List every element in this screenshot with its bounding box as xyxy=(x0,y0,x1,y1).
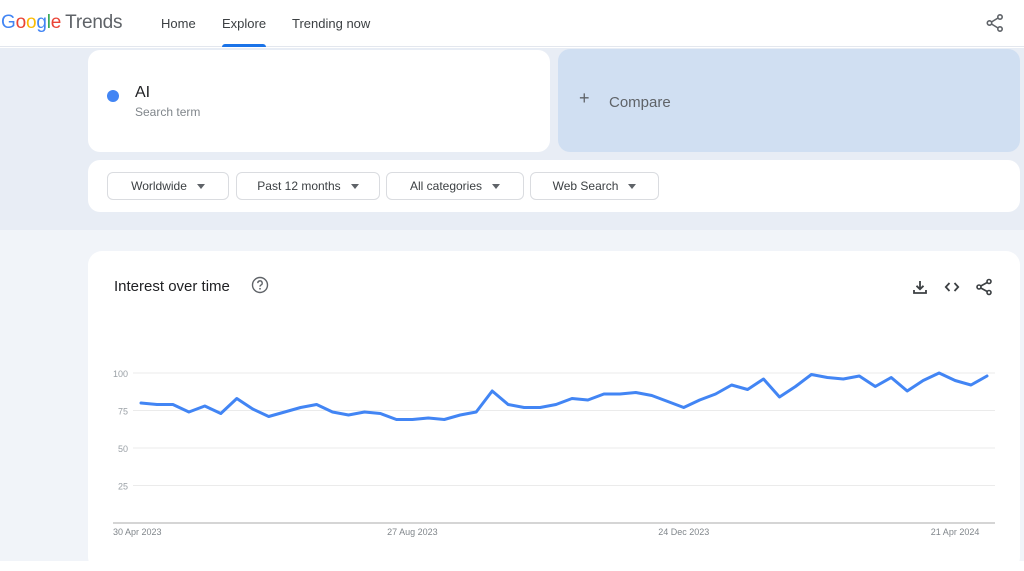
x-tick-label: 27 Aug 2023 xyxy=(387,527,438,537)
x-tick-label: 24 Dec 2023 xyxy=(658,527,709,537)
y-tick-label: 100 xyxy=(113,369,128,379)
y-tick-label: 75 xyxy=(118,407,128,417)
x-tick-label: 30 Apr 2023 xyxy=(113,527,162,537)
y-tick-label: 50 xyxy=(118,444,128,454)
interest-over-time-chart[interactable]: 25 50 75 100 30 Apr 2023 27 Aug 2023 24 Dec 20… xyxy=(0,0,1024,561)
series-line-ai xyxy=(139,371,989,421)
x-tick-label: 21 Apr 2024 xyxy=(931,527,980,537)
y-tick-label: 25 xyxy=(118,482,128,492)
